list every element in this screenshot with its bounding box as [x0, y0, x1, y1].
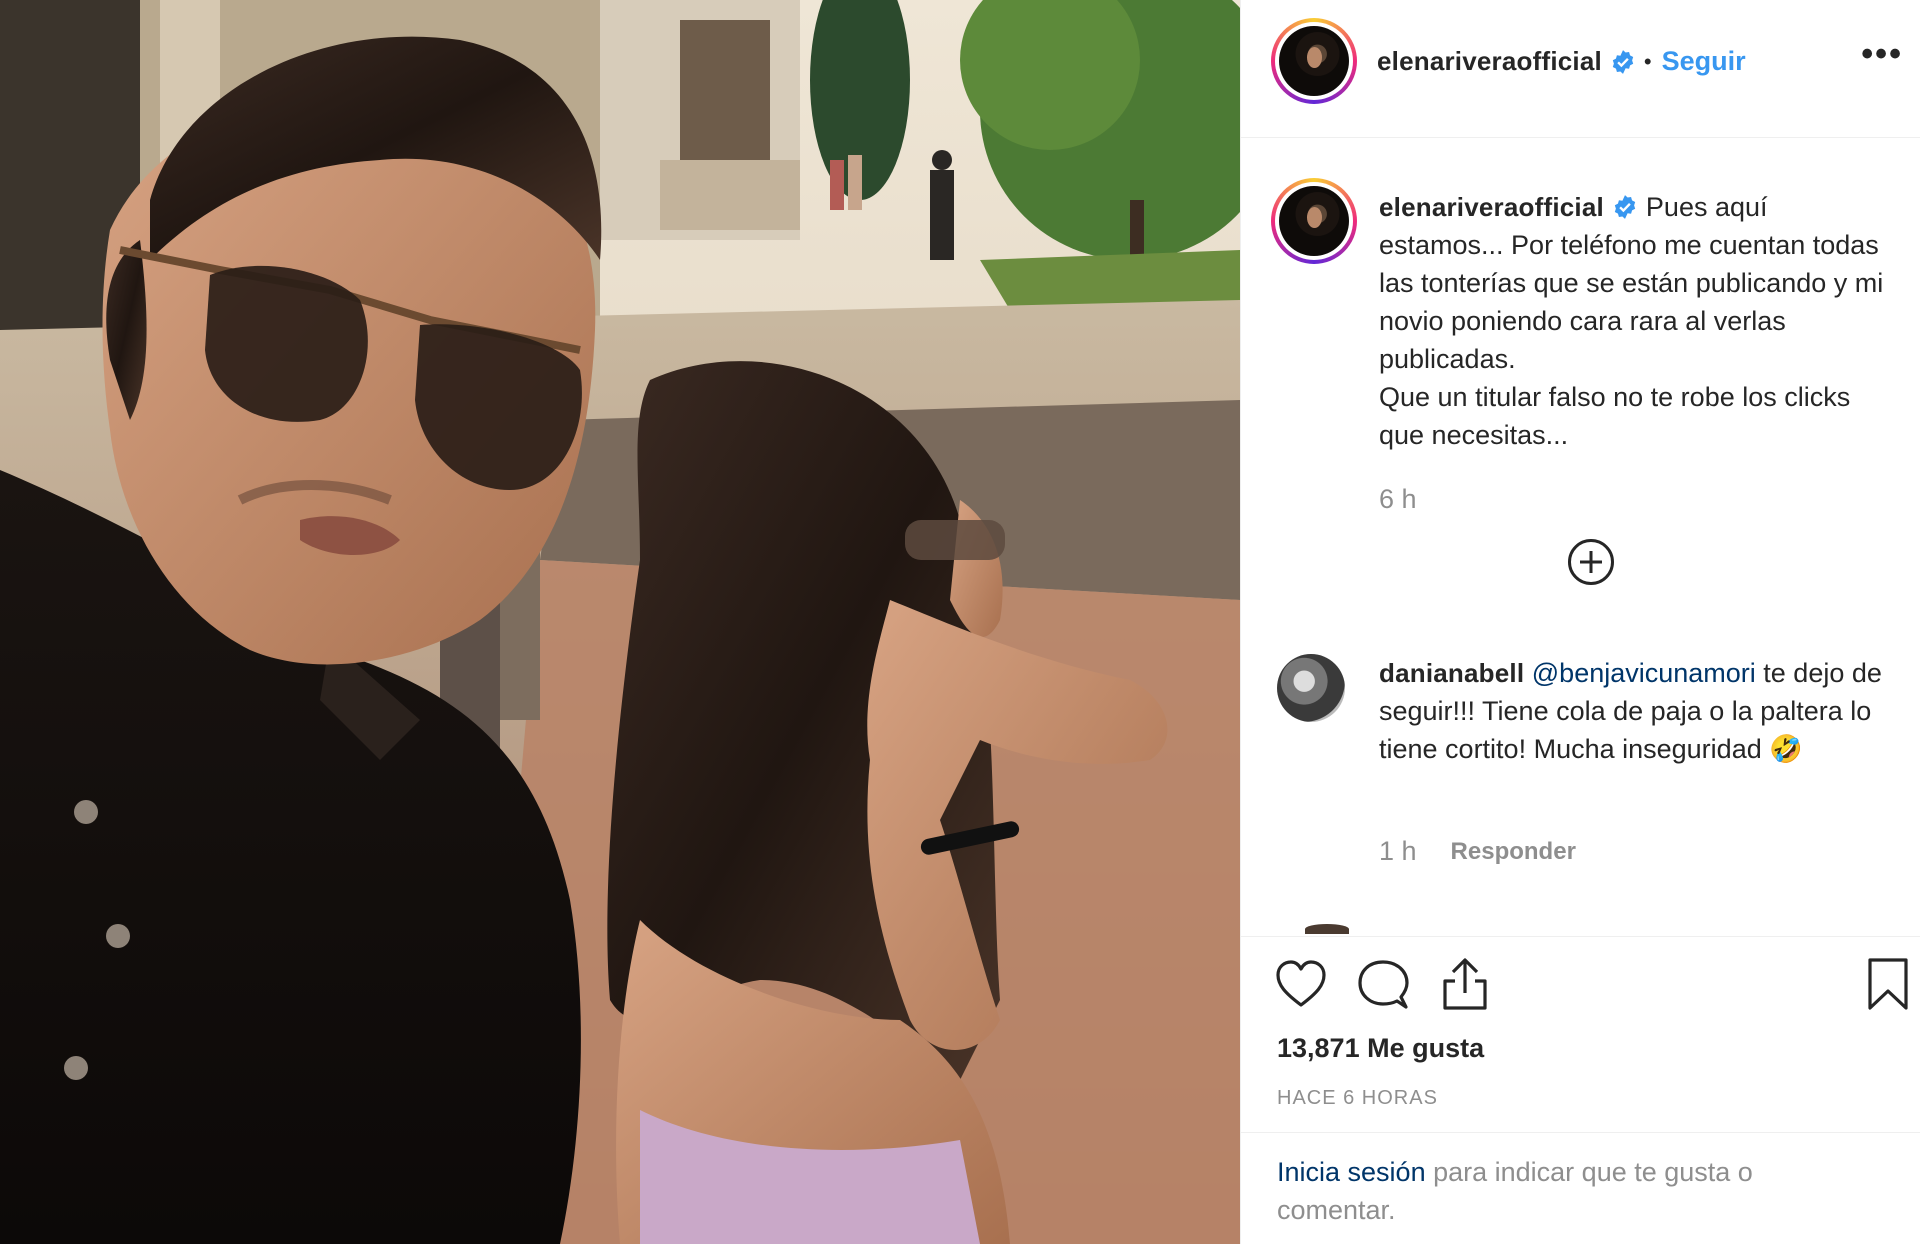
author-line: elenariveraofficial • Seguir [1377, 46, 1746, 77]
commenter-username[interactable]: danianabell [1379, 658, 1524, 688]
rofl-emoji: 🤣 [1769, 734, 1803, 764]
post-header: elenariveraofficial • Seguir ••• [1241, 0, 1920, 138]
comment-icon[interactable] [1357, 959, 1409, 1011]
post-timestamp: HACE 6 HORAS [1277, 1087, 1438, 1109]
post-photo[interactable] [0, 0, 1240, 1244]
author-username[interactable]: elenariveraofficial [1377, 46, 1602, 77]
login-link[interactable]: Inicia sesión [1277, 1157, 1426, 1187]
bookmark-icon[interactable] [1867, 957, 1909, 1011]
login-prompt: Inicia sesión para indicar que te gusta … [1241, 1132, 1920, 1244]
caption-username[interactable]: elenariveraofficial [1379, 192, 1604, 222]
comment-meta: 1 h Responder [1379, 836, 1576, 867]
add-comments-icon[interactable] [1567, 538, 1615, 586]
author-avatar[interactable] [1271, 18, 1357, 104]
reply-button[interactable]: Responder [1451, 838, 1576, 866]
next-comment-avatar-peek [1305, 924, 1349, 934]
follow-button[interactable]: Seguir [1662, 46, 1746, 77]
comment-mention-link[interactable]: @benjavicunamori [1532, 658, 1756, 688]
likes-count[interactable]: 13,871 Me gusta [1277, 1033, 1484, 1064]
photo-illustration [0, 0, 1240, 1244]
post-caption: elenariveraofficial Pues aquí estamos...… [1379, 188, 1889, 454]
comment-item: danianabell @benjavicunamori te dejo de … [1379, 654, 1889, 768]
verified-badge-icon [1614, 195, 1636, 219]
separator-dot: • [1643, 48, 1652, 74]
caption-author-avatar[interactable] [1271, 178, 1357, 264]
heart-icon[interactable] [1275, 959, 1327, 1009]
comment-timestamp: 1 h [1379, 836, 1417, 866]
more-options-icon[interactable]: ••• [1861, 37, 1903, 71]
action-bar: 13,871 Me gusta HACE 6 HORAS [1241, 936, 1920, 1136]
share-icon[interactable] [1441, 957, 1489, 1011]
commenter-avatar[interactable] [1277, 654, 1345, 722]
caption-text-line-2: Que un titular falso no te robe los clic… [1379, 382, 1851, 450]
verified-badge-icon [1612, 49, 1634, 74]
post-sidebar: elenariveraofficial • Seguir ••• elenari… [1240, 0, 1920, 1244]
caption-timestamp: 6 h [1379, 484, 1417, 514]
